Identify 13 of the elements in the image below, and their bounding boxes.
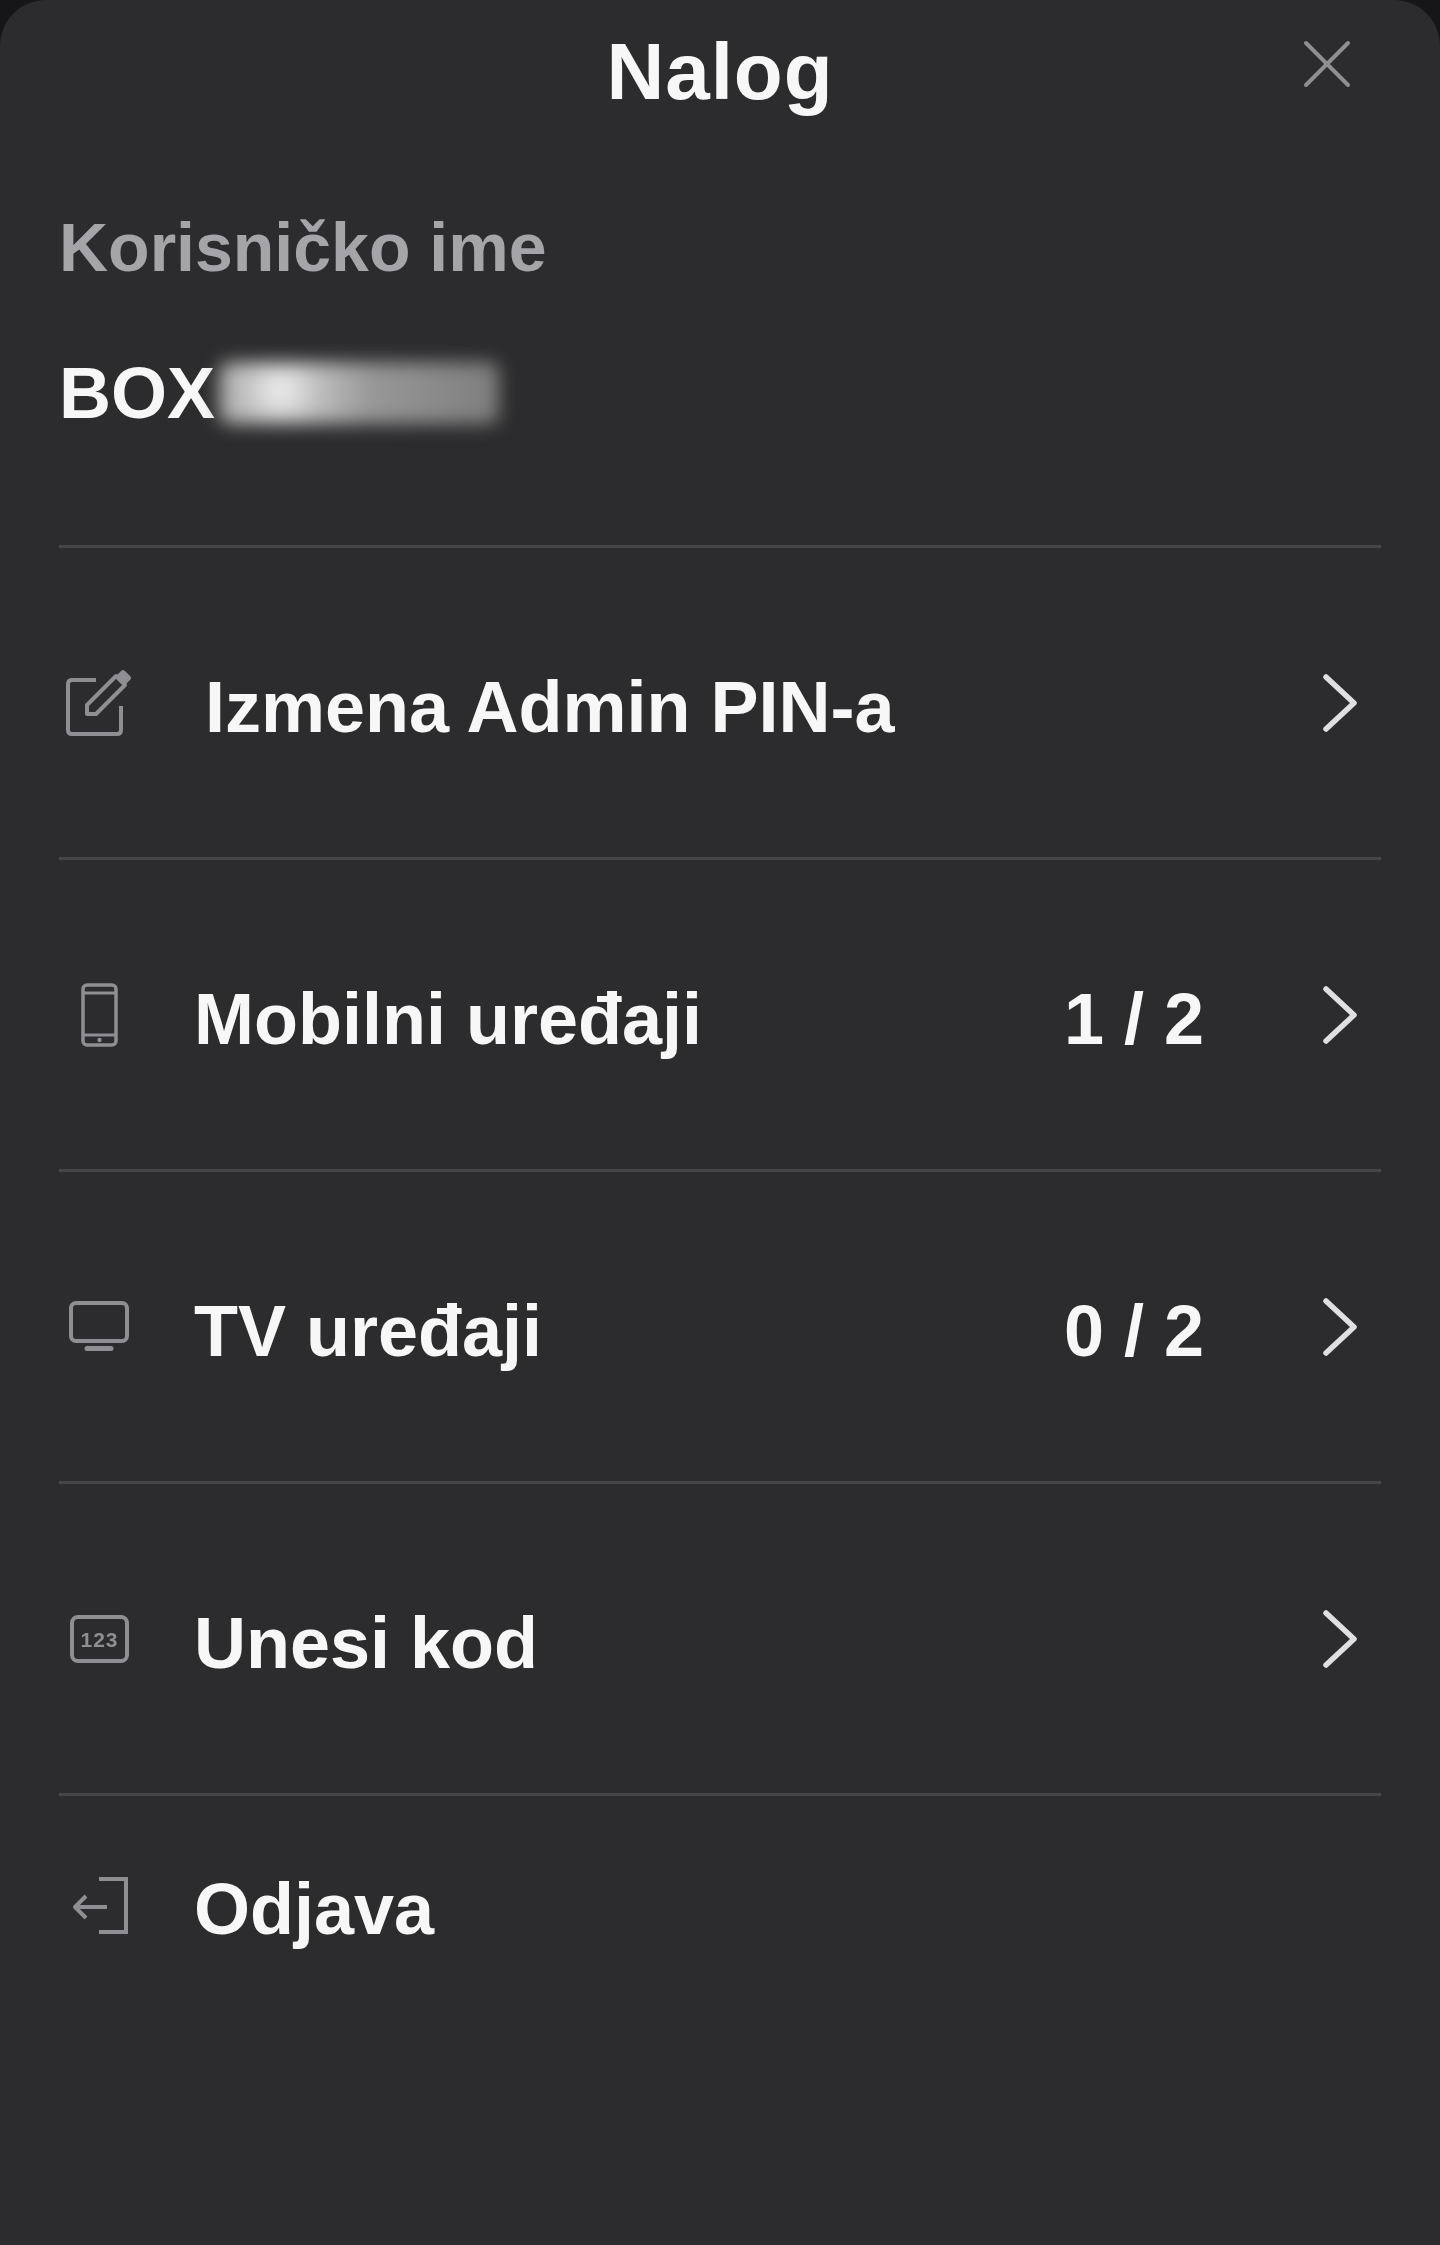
- close-button[interactable]: [1303, 40, 1351, 88]
- menu-item[interactable]: Unesi kod: [194, 1606, 539, 1679]
- phone-icon: [80, 982, 118, 1047]
- device-count: 0 / 2: [1063, 1294, 1204, 1367]
- menu-item[interactable]: Izmena Admin PIN-a: [205, 670, 895, 743]
- close-icon: [1303, 40, 1351, 88]
- monitor-icon: [69, 1301, 129, 1352]
- edit-icon: [66, 669, 132, 736]
- logout-icon: [70, 1876, 128, 1934]
- number-code-icon: 123: [69, 1614, 129, 1663]
- username-value: BOX: [59, 357, 216, 429]
- device-count: 1 / 2: [1063, 982, 1204, 1055]
- username-label: Korisničko ime: [59, 213, 547, 281]
